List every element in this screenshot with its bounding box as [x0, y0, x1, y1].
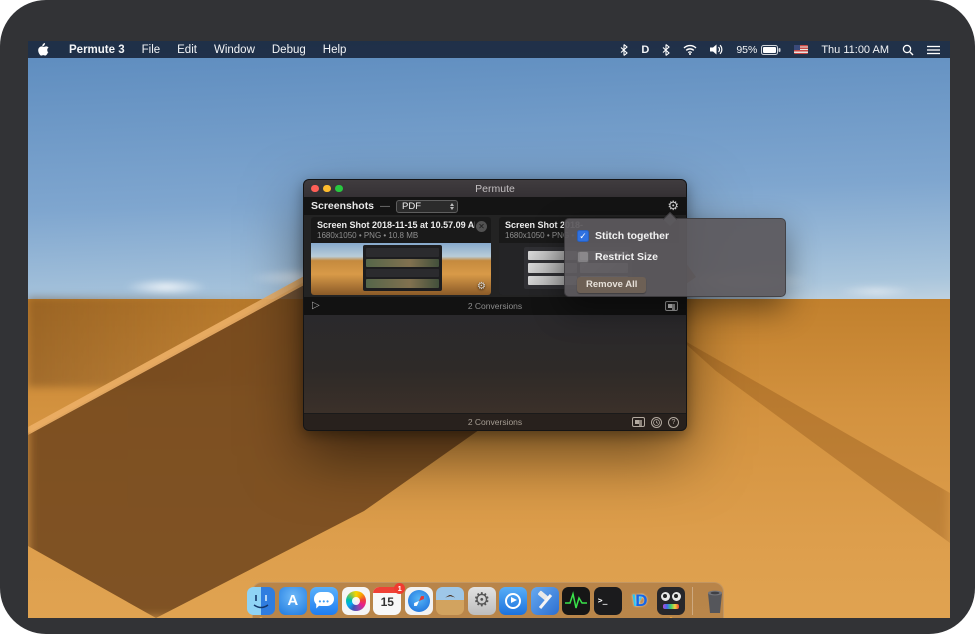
dock-messages-icon[interactable]: •••: [310, 587, 338, 615]
remove-all-button[interactable]: Remove All: [577, 277, 646, 293]
dock-xcode-icon[interactable]: [531, 587, 559, 615]
stitch-together-option[interactable]: ✓ Stitch together: [577, 228, 773, 244]
dock-trash-icon[interactable]: [701, 587, 729, 615]
card-1-header: Screen Shot 2018-11-15 at 10.57.09 AM 16…: [311, 217, 491, 243]
desktop-screen: Permute 3 File Edit Window Debug Help D: [28, 41, 950, 618]
toothfairy-bluetooth-icon[interactable]: [620, 43, 628, 57]
battery-status[interactable]: 95%: [736, 44, 781, 56]
menu-debug[interactable]: Debug: [272, 44, 306, 56]
bluetooth-icon[interactable]: [662, 43, 670, 57]
settings-popover: ✓ Stitch together ✓ Restrict Size Remove…: [564, 218, 786, 297]
dock-app-store-icon[interactable]: A: [279, 587, 307, 615]
spotlight-search-icon[interactable]: [902, 43, 914, 57]
menu-edit[interactable]: Edit: [177, 44, 197, 56]
restrict-size-option[interactable]: ✓ Restrict Size: [577, 249, 773, 265]
dock-preview-icon[interactable]: [436, 587, 464, 615]
card-1-thumb-mini-window: [363, 245, 442, 291]
restrict-size-checkbox[interactable]: ✓: [577, 251, 589, 263]
group-conversions-count: 2 Conversions: [304, 301, 686, 311]
card-1-close-icon[interactable]: ✕: [476, 221, 487, 232]
format-dropdown[interactable]: PDF: [396, 200, 458, 213]
volume-icon[interactable]: [710, 43, 723, 57]
card-1-thumbnail: ⚙: [311, 243, 491, 295]
format-dropdown-value: PDF: [402, 201, 421, 212]
dock-finder-icon[interactable]: [247, 587, 275, 615]
card-1-gear-icon[interactable]: ⚙: [477, 282, 486, 292]
battery-percent: 95%: [736, 44, 757, 56]
wifi-icon[interactable]: [683, 43, 697, 57]
file-card-1[interactable]: Screen Shot 2018-11-15 at 10.57.09 AM 16…: [311, 217, 491, 295]
dock: A ••• 1 15 ⚙: [252, 582, 724, 618]
calendar-day: 15: [373, 595, 401, 609]
dock-permute-icon[interactable]: [657, 587, 685, 615]
total-conversions-count: 2 Conversions: [304, 417, 686, 427]
checkmark-icon: ✓: [579, 232, 587, 241]
dock-photos-icon[interactable]: [342, 587, 370, 615]
help-icon[interactable]: ?: [668, 417, 679, 428]
card-1-meta: 1680x1050 • PNG • 10.8 MB: [317, 231, 485, 240]
window-status-bar: 2 Conversions ?: [304, 413, 686, 430]
window-title: Permute: [304, 183, 686, 195]
duet-d-icon[interactable]: D: [641, 43, 649, 57]
window-drop-area[interactable]: [304, 315, 686, 413]
menu-window[interactable]: Window: [214, 44, 255, 56]
window-title-bar[interactable]: Permute: [304, 180, 686, 197]
card-1-title: Screen Shot 2018-11-15 at 10.57.09 AM: [317, 220, 475, 230]
dock-terminal-icon[interactable]: >_: [594, 587, 622, 615]
group-settings-gear-button[interactable]: ⚙: [667, 200, 679, 213]
menu-bar: Permute 3 File Edit Window Debug Help D: [28, 41, 950, 58]
dock-divider: [692, 587, 693, 615]
menu-file[interactable]: File: [142, 44, 161, 56]
dropdown-arrows-icon: [447, 201, 456, 212]
stitch-together-label: Stitch together: [595, 230, 669, 242]
stitch-together-checkbox[interactable]: ✓: [577, 230, 589, 242]
menu-app-name[interactable]: Permute 3: [69, 44, 125, 56]
group-toolbar: Screenshots — PDF ⚙: [304, 197, 686, 215]
group-footer-bar: ▷ 2 Conversions: [304, 297, 686, 315]
menu-clock[interactable]: Thu 11:00 AM: [821, 44, 889, 56]
dock-system-preferences-icon[interactable]: ⚙: [468, 587, 496, 615]
restrict-size-label: Restrict Size: [595, 251, 658, 263]
macbook-mockup: Permute 3 File Edit Window Debug Help D: [0, 0, 975, 634]
group-name-label: Screenshots: [311, 200, 374, 212]
dock-activity-monitor-icon[interactable]: [562, 587, 590, 615]
group-dash: —: [380, 201, 390, 212]
history-clock-icon[interactable]: [651, 417, 662, 428]
battery-icon: [761, 45, 781, 55]
preset-icon[interactable]: [665, 301, 678, 311]
permute-window: Permute Screenshots — PDF ⚙ Screen Shot …: [303, 179, 687, 431]
us-flag-icon[interactable]: [794, 45, 808, 54]
presets-button-icon[interactable]: [632, 417, 645, 427]
dock-vd-app-icon[interactable]: VD: [625, 587, 653, 615]
notification-center-icon[interactable]: [927, 43, 940, 57]
dock-calendar-icon[interactable]: 1 15: [373, 587, 401, 615]
menu-help[interactable]: Help: [323, 44, 347, 56]
dock-quicktime-icon[interactable]: [499, 587, 527, 615]
apple-menu-icon[interactable]: [38, 43, 49, 57]
calendar-badge: 1: [394, 583, 405, 594]
dock-safari-icon[interactable]: [405, 587, 433, 615]
